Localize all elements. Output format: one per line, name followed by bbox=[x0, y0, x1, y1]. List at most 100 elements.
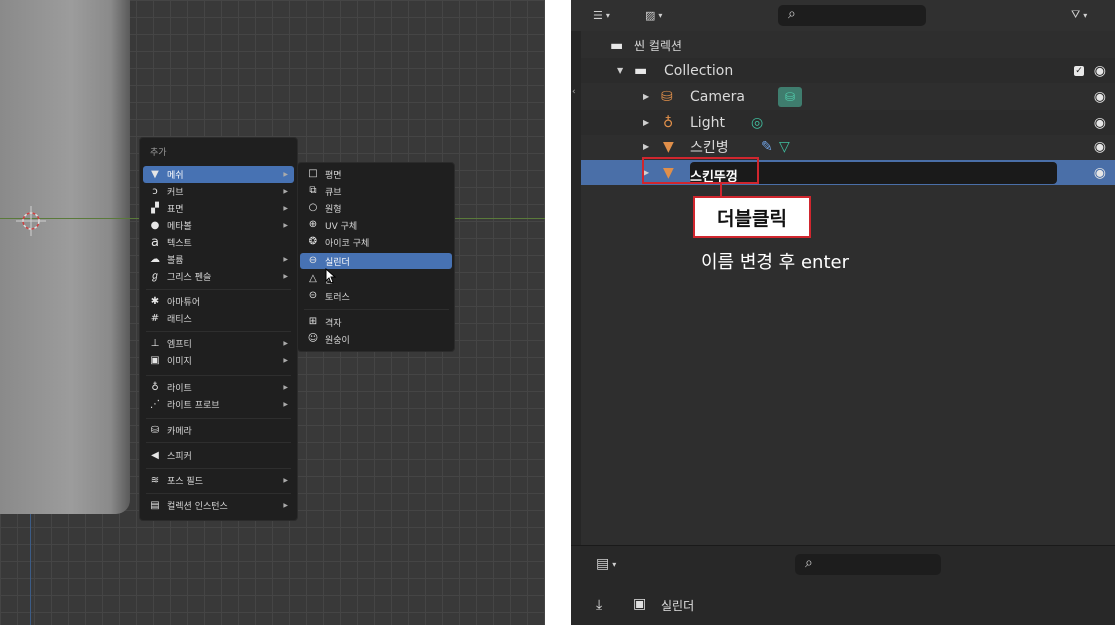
menu-item-label: 이미지 bbox=[167, 357, 192, 367]
submenu-item-grid[interactable]: ⊞ 격자 bbox=[300, 314, 452, 330]
ico-sphere-icon: ❂ bbox=[308, 236, 318, 247]
menu-item-curve[interactable]: ↄ 커브 ▶ bbox=[143, 183, 294, 200]
view-layer-icon: ▨ bbox=[645, 8, 656, 22]
menu-item-label: 텍스트 bbox=[167, 239, 192, 249]
metaball-icon: ● bbox=[150, 219, 160, 231]
properties-search-input[interactable]: ⌕ bbox=[795, 554, 941, 575]
menu-item-label: 메타볼 bbox=[167, 222, 192, 232]
menu-item-collection-instance[interactable]: ▤ 컬렉션 인스턴스 ▶ bbox=[143, 497, 294, 514]
text-icon: a bbox=[151, 234, 159, 250]
visibility-eye-icon[interactable]: ◉ bbox=[1094, 63, 1106, 79]
visibility-eye-icon[interactable]: ◉ bbox=[1094, 89, 1106, 105]
filter-button[interactable]: ⛛ ▾ bbox=[1071, 5, 1087, 25]
lattice-icon: # bbox=[150, 312, 160, 324]
menu-item-label: 그리스 펜슬 bbox=[167, 273, 212, 283]
speaker-icon: ◀ bbox=[151, 449, 159, 461]
image-icon: ▣ bbox=[150, 354, 160, 366]
expand-down-icon[interactable]: ▼ bbox=[617, 66, 623, 75]
menu-item-label: 메쉬 bbox=[167, 171, 184, 181]
editor-type-button[interactable]: ▤ ▾ bbox=[596, 554, 616, 574]
mesh-data-icon: ▽ bbox=[779, 138, 790, 155]
collapse-arrow-icon[interactable]: ‹ bbox=[572, 87, 576, 97]
exclude-checkbox[interactable]: ✓ bbox=[1074, 65, 1084, 76]
submenu-item-label: 평면 bbox=[325, 170, 342, 181]
expand-right-icon[interactable]: ▶ bbox=[643, 118, 649, 127]
scene-collection-icon: ▬ bbox=[610, 37, 624, 54]
tool-tab-icon[interactable]: ⤓ bbox=[596, 597, 602, 613]
submenu-item-label: 원숭이 bbox=[325, 335, 350, 346]
submenu-arrow-icon: ▶ bbox=[283, 222, 288, 229]
menu-item-text[interactable]: a 텍스트 bbox=[143, 234, 294, 251]
menu-item-speaker[interactable]: ◀ 스피커 bbox=[143, 447, 294, 464]
submenu-item-uv-sphere[interactable]: ⊕ UV 구체 bbox=[300, 217, 452, 233]
visibility-eye-icon[interactable]: ◉ bbox=[1094, 139, 1106, 155]
display-mode-button[interactable]: ☰ ▾ bbox=[593, 5, 610, 25]
menu-item-light[interactable]: ♁ 라이트 ▶ bbox=[143, 379, 294, 396]
menu-item-armature[interactable]: ✱ 아마튜어 bbox=[143, 293, 294, 310]
menu-divider bbox=[146, 331, 291, 332]
visibility-eye-icon[interactable]: ◉ bbox=[1094, 115, 1106, 131]
expand-right-icon[interactable]: ▶ bbox=[643, 92, 649, 101]
submenu-item-monkey[interactable]: ☺ 원숭이 bbox=[300, 331, 452, 347]
submenu-item-torus[interactable]: ⊝ 토러스 bbox=[300, 288, 452, 304]
menu-item-image[interactable]: ▣ 이미지 ▶ bbox=[143, 352, 294, 369]
submenu-item-plane[interactable]: □ 평면 bbox=[300, 166, 452, 182]
collection-label: Collection bbox=[664, 62, 734, 79]
outliner-object-row[interactable]: ▶ ♁ Light ◎ ◉ bbox=[581, 110, 1115, 135]
submenu-item-cylinder[interactable]: ⊖ 실린더 bbox=[300, 253, 452, 269]
submenu-arrow-icon: ▶ bbox=[283, 256, 288, 263]
menu-item-label: 컬렉션 인스턴스 bbox=[167, 502, 228, 512]
cylinder-object[interactable] bbox=[0, 0, 130, 514]
chevron-down-icon: ▾ bbox=[658, 10, 663, 20]
light-icon: ♁ bbox=[151, 381, 159, 393]
menu-item-metaball[interactable]: ● 메타볼 ▶ bbox=[143, 217, 294, 234]
grid-icon: ⊞ bbox=[308, 316, 318, 327]
submenu-arrow-icon: ▶ bbox=[283, 477, 288, 484]
outliner-object-row[interactable]: ▶ ⛁ Camera ⛁ ◉ bbox=[581, 84, 1115, 109]
submenu-item-label: 격자 bbox=[325, 318, 342, 329]
submenu-item-label: 원형 bbox=[325, 204, 342, 215]
menu-item-label: 표면 bbox=[167, 205, 184, 215]
scene-collection-row[interactable]: ▬ 씬 컬렉션 bbox=[581, 33, 1115, 58]
menu-item-light-probe[interactable]: ⋰ 라이트 프로브 ▶ bbox=[143, 396, 294, 413]
filter-view-button[interactable]: ▨ ▾ bbox=[645, 5, 662, 25]
menu-item-camera[interactable]: ⛁ 카메라 bbox=[143, 422, 294, 439]
mesh-icon: ▼ bbox=[151, 168, 159, 180]
3d-cursor-icon[interactable] bbox=[16, 206, 46, 236]
submenu-item-cube[interactable]: ⧉ 큐브 bbox=[300, 183, 452, 199]
object-label: 스킨병 bbox=[690, 139, 729, 156]
properties-panel: ▤ ▾ ⌕ ⤓ ▣ 실린더 bbox=[571, 545, 1115, 625]
3d-viewport[interactable]: 추가 ▼ 메쉬 ▶ ↄ 커브 ▶ ▞ 표면 ▶ ● 메타볼 ▶ a 텍스트 ☁ … bbox=[0, 0, 545, 625]
menu-item-mesh[interactable]: ▼ 메쉬 ▶ bbox=[143, 166, 294, 183]
menu-item-grease-pencil[interactable]: ℊ 그리스 펜슬 ▶ bbox=[143, 268, 294, 285]
menu-item-empty[interactable]: ⊥ 엠프티 ▶ bbox=[143, 335, 294, 352]
submenu-item-label: 토러스 bbox=[325, 292, 350, 303]
surface-icon: ▞ bbox=[151, 202, 159, 214]
submenu-item-circle[interactable]: ○ 원형 bbox=[300, 200, 452, 216]
mouse-pointer-icon bbox=[325, 268, 337, 284]
visibility-eye-icon[interactable]: ◉ bbox=[1094, 165, 1106, 181]
menu-item-label: 커브 bbox=[167, 188, 184, 198]
empty-icon: ⊥ bbox=[150, 337, 160, 349]
light-object-icon: ♁ bbox=[663, 114, 674, 131]
expand-right-icon[interactable]: ▶ bbox=[643, 142, 649, 151]
search-icon: ⌕ bbox=[805, 555, 813, 571]
y-axis-line bbox=[30, 514, 31, 625]
submenu-item-label: 실린더 bbox=[325, 257, 350, 268]
object-label: Light bbox=[690, 114, 725, 131]
menu-item-force-field[interactable]: ≋ 포스 필드 ▶ bbox=[143, 472, 294, 489]
submenu-item-ico-sphere[interactable]: ❂ 아이코 구체 bbox=[300, 234, 452, 250]
submenu-item-cone[interactable]: △ 콘 bbox=[300, 271, 452, 287]
collection-instance-icon: ▤ bbox=[150, 499, 160, 511]
outliner-search-input[interactable]: ⌕ bbox=[778, 5, 926, 26]
menu-item-label: 라이트 bbox=[167, 384, 192, 394]
menu-item-surface[interactable]: ▞ 표면 ▶ bbox=[143, 200, 294, 217]
menu-item-volume[interactable]: ☁ 볼륨 ▶ bbox=[143, 251, 294, 268]
outliner-object-row[interactable]: ▶ ▼ 스킨병 ✎ ▽ ◉ bbox=[581, 134, 1115, 159]
submenu-arrow-icon: ▶ bbox=[283, 205, 288, 212]
collection-row[interactable]: ▼ ▬ Collection ✓ ◉ bbox=[581, 58, 1115, 83]
modifier-wrench-icon: ✎ bbox=[761, 138, 773, 155]
double-click-callout: 더블클릭 bbox=[693, 196, 811, 238]
outliner-left-strip: ‹ bbox=[571, 31, 581, 545]
menu-item-lattice[interactable]: # 래티스 bbox=[143, 310, 294, 327]
